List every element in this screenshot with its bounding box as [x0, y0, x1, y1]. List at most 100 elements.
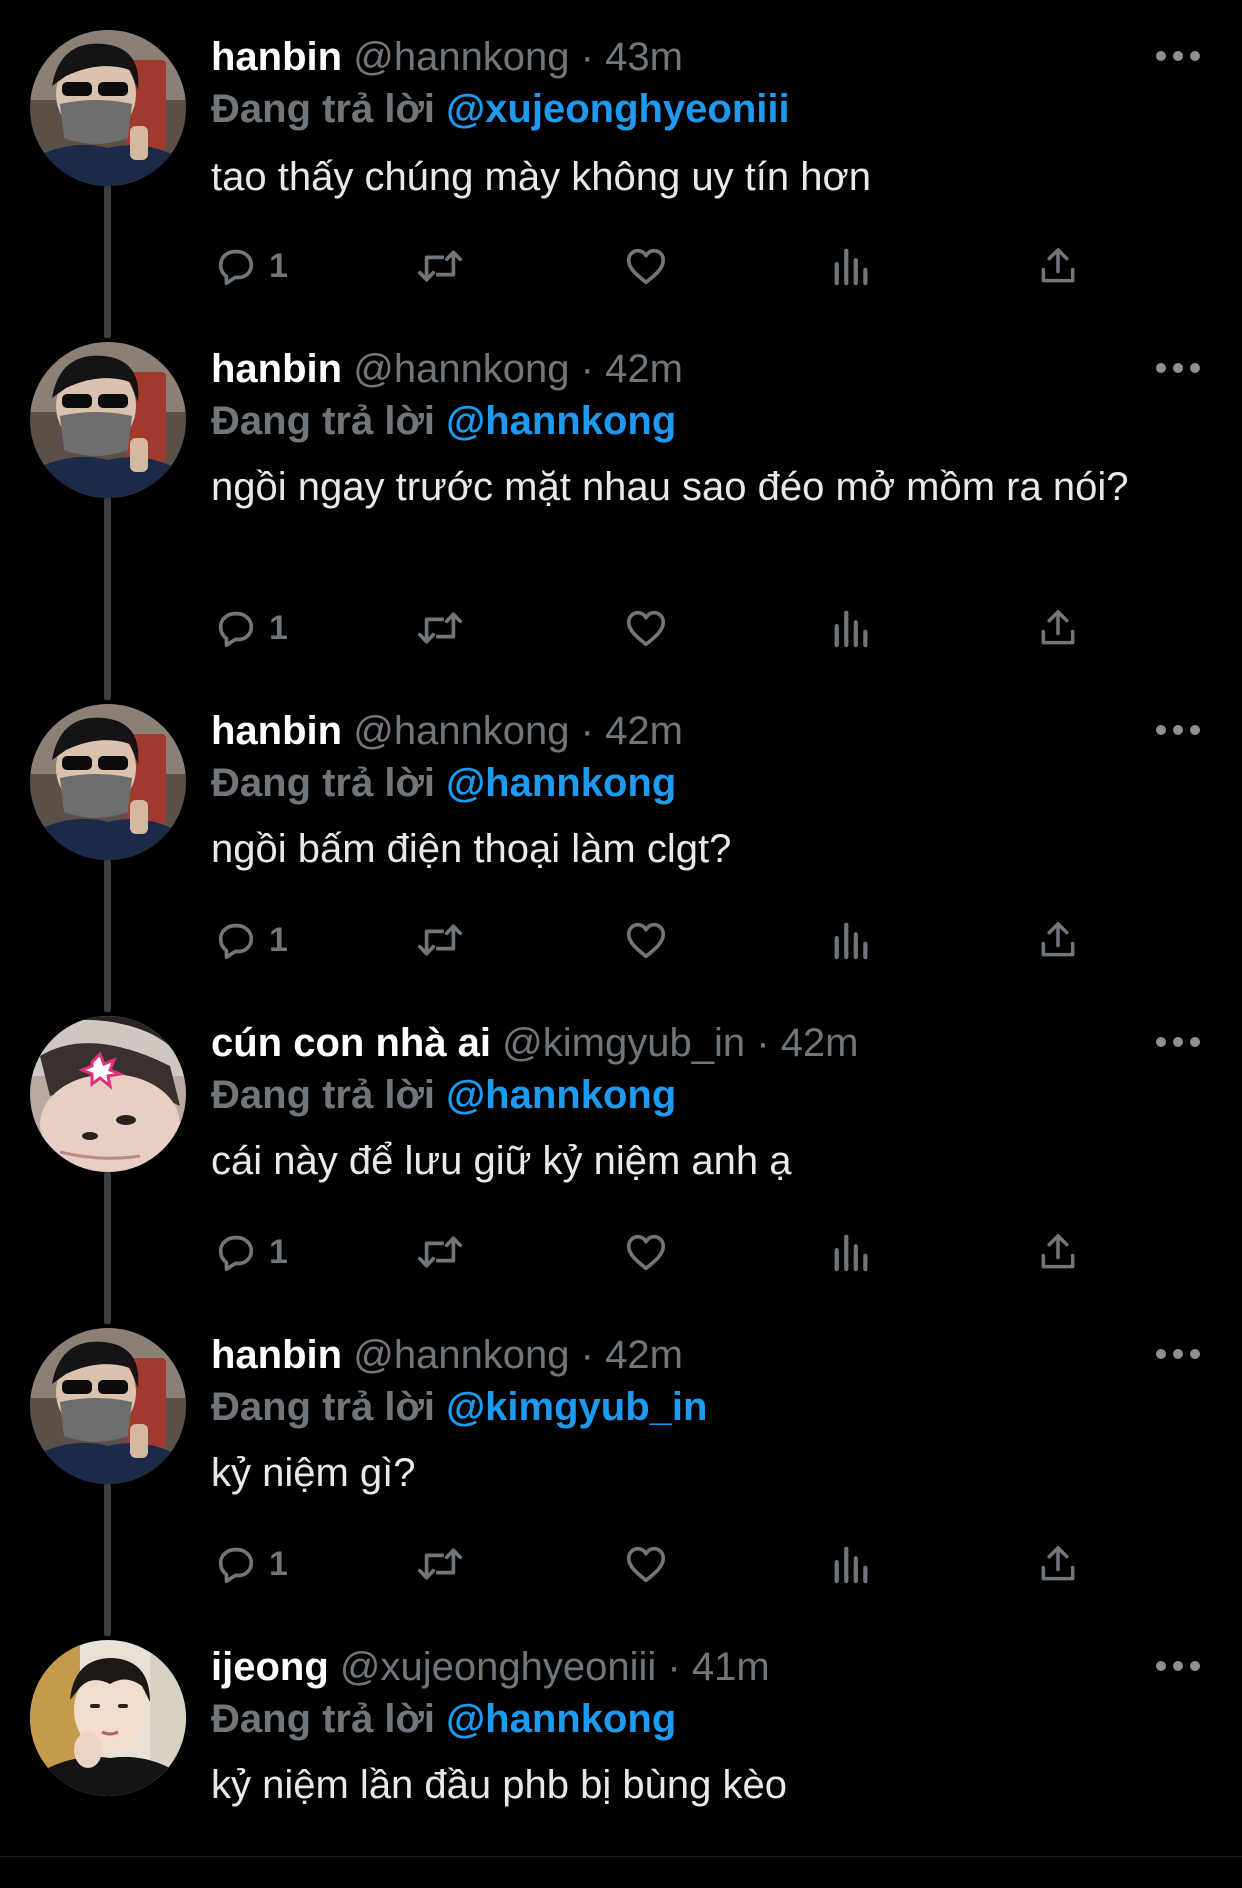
reply-button[interactable]: 1: [213, 1226, 288, 1278]
replying-to-label: Đang trả lời: [211, 1385, 436, 1429]
like-button[interactable]: [622, 240, 670, 292]
user-handle[interactable]: @xujeonghyeoniii: [340, 1645, 656, 1689]
avatar[interactable]: [30, 1016, 186, 1172]
tweet[interactable]: hanbin @hannkong · 42m Đang trả lời @han…: [0, 308, 1242, 674]
display-name[interactable]: ijeong: [211, 1645, 329, 1689]
display-name[interactable]: hanbin: [211, 347, 342, 391]
timestamp[interactable]: 41m: [692, 1645, 770, 1689]
ijeong-avatar-image: [30, 1640, 186, 1796]
replying-to: Đang trả lời @kimgyub_in: [211, 1382, 707, 1432]
views-button[interactable]: [831, 1538, 873, 1590]
replying-to-label: Đang trả lời: [211, 1073, 436, 1117]
more-icon[interactable]: [1156, 1035, 1200, 1049]
separator: ·: [667, 1645, 681, 1689]
timestamp[interactable]: 42m: [605, 1333, 683, 1377]
avatar[interactable]: [30, 30, 186, 186]
reply-button[interactable]: 1: [213, 240, 288, 292]
user-handle[interactable]: @hannkong: [353, 1333, 569, 1377]
reply-count: 1: [269, 1544, 288, 1583]
mention-link[interactable]: @hannkong: [446, 1697, 676, 1741]
tweet-header: hanbin @hannkong · 42m: [211, 344, 1122, 394]
display-name[interactable]: cún con nhà ai: [211, 1021, 491, 1065]
avatar[interactable]: [30, 342, 186, 498]
timestamp[interactable]: 42m: [605, 347, 683, 391]
more-icon[interactable]: [1156, 361, 1200, 375]
retweet-button[interactable]: [414, 1538, 466, 1590]
more-icon[interactable]: [1156, 723, 1200, 737]
display-name[interactable]: hanbin: [211, 35, 342, 79]
views-button[interactable]: [831, 240, 873, 292]
tweet[interactable]: hanbin @hannkong · 42m Đang trả lời @kim…: [0, 1294, 1242, 1610]
reply-button[interactable]: 1: [213, 1538, 288, 1590]
mention-link[interactable]: @hannkong: [446, 399, 676, 443]
tweet-text: ngồi ngay trước mặt nhau sao đéo mở mồm …: [211, 465, 1129, 509]
share-button[interactable]: [1036, 602, 1080, 654]
retweet-button[interactable]: [414, 602, 466, 654]
retweet-button[interactable]: [414, 914, 466, 966]
retweet-button[interactable]: [414, 240, 466, 292]
kimgyub-avatar-image: [30, 1016, 186, 1172]
reply-button[interactable]: 1: [213, 602, 288, 654]
timestamp[interactable]: 43m: [605, 35, 683, 79]
mention-link[interactable]: @hannkong: [446, 761, 676, 805]
more-icon[interactable]: [1156, 49, 1200, 63]
share-button[interactable]: [1036, 1538, 1080, 1590]
replying-to: Đang trả lời @hannkong: [211, 396, 676, 446]
avatar[interactable]: [30, 1640, 186, 1796]
views-button[interactable]: [831, 914, 873, 966]
replying-to: Đang trả lời @hannkong: [211, 1070, 676, 1120]
thread-connector: [104, 1484, 111, 1610]
more-icon[interactable]: [1156, 1659, 1200, 1673]
share-icon: [1041, 922, 1075, 957]
share-button[interactable]: [1036, 240, 1080, 292]
user-handle[interactable]: @hannkong: [353, 709, 569, 753]
heart-icon: [626, 922, 666, 959]
mention-link[interactable]: @kimgyub_in: [446, 1385, 707, 1429]
heart-icon: [626, 1546, 666, 1583]
views-icon: [834, 922, 868, 960]
action-bar: 1: [211, 914, 1111, 966]
share-icon: [1041, 610, 1075, 645]
timestamp[interactable]: 42m: [781, 1021, 859, 1065]
separator: ·: [580, 709, 594, 753]
tweet-text: kỷ niệm lần đầu phb bị bùng kèo: [211, 1763, 787, 1807]
avatar[interactable]: [30, 704, 186, 860]
display-name[interactable]: hanbin: [211, 709, 342, 753]
like-button[interactable]: [622, 914, 670, 966]
tweet-text: ngồi bấm điện thoại làm clgt?: [211, 827, 732, 871]
avatar[interactable]: [30, 1328, 186, 1484]
like-button[interactable]: [622, 1226, 670, 1278]
heart-icon: [626, 248, 666, 285]
user-handle[interactable]: @hannkong: [353, 35, 569, 79]
tweet[interactable]: hanbin @hannkong · 43m Đang trả lời @xuj…: [0, 0, 1242, 312]
retweet-button[interactable]: [414, 1226, 466, 1278]
share-button[interactable]: [1036, 1226, 1080, 1278]
views-icon: [834, 610, 868, 648]
display-name[interactable]: hanbin: [211, 1333, 342, 1377]
reply-icon: [218, 1547, 254, 1584]
reply-icon: [218, 1235, 254, 1272]
reply-button[interactable]: 1: [213, 914, 288, 966]
share-icon: [1041, 1546, 1075, 1581]
tweet-header: hanbin @hannkong · 43m: [211, 32, 1122, 82]
reply-count: 1: [269, 246, 288, 285]
replying-to-label: Đang trả lời: [211, 399, 436, 443]
mention-link[interactable]: @xujeonghyeoniii: [446, 87, 789, 131]
views-button[interactable]: [831, 602, 873, 654]
views-button[interactable]: [831, 1226, 873, 1278]
timestamp[interactable]: 42m: [605, 709, 683, 753]
user-handle[interactable]: @hannkong: [353, 347, 569, 391]
like-button[interactable]: [622, 1538, 670, 1590]
tweet[interactable]: ijeong @xujeonghyeoniii · 41m Đang trả l…: [0, 1606, 1242, 1888]
tweet[interactable]: cún con nhà ai @kimgyub_in · 42m Đang tr…: [0, 982, 1242, 1298]
share-button[interactable]: [1036, 914, 1080, 966]
tweet[interactable]: hanbin @hannkong · 42m Đang trả lời @han…: [0, 670, 1242, 986]
heart-icon: [626, 610, 666, 647]
user-handle[interactable]: @kimgyub_in: [502, 1021, 745, 1065]
thread-connector: [104, 1606, 111, 1636]
views-icon: [834, 1546, 868, 1584]
more-icon[interactable]: [1156, 1347, 1200, 1361]
reply-count: 1: [269, 920, 288, 959]
like-button[interactable]: [622, 602, 670, 654]
mention-link[interactable]: @hannkong: [446, 1073, 676, 1117]
